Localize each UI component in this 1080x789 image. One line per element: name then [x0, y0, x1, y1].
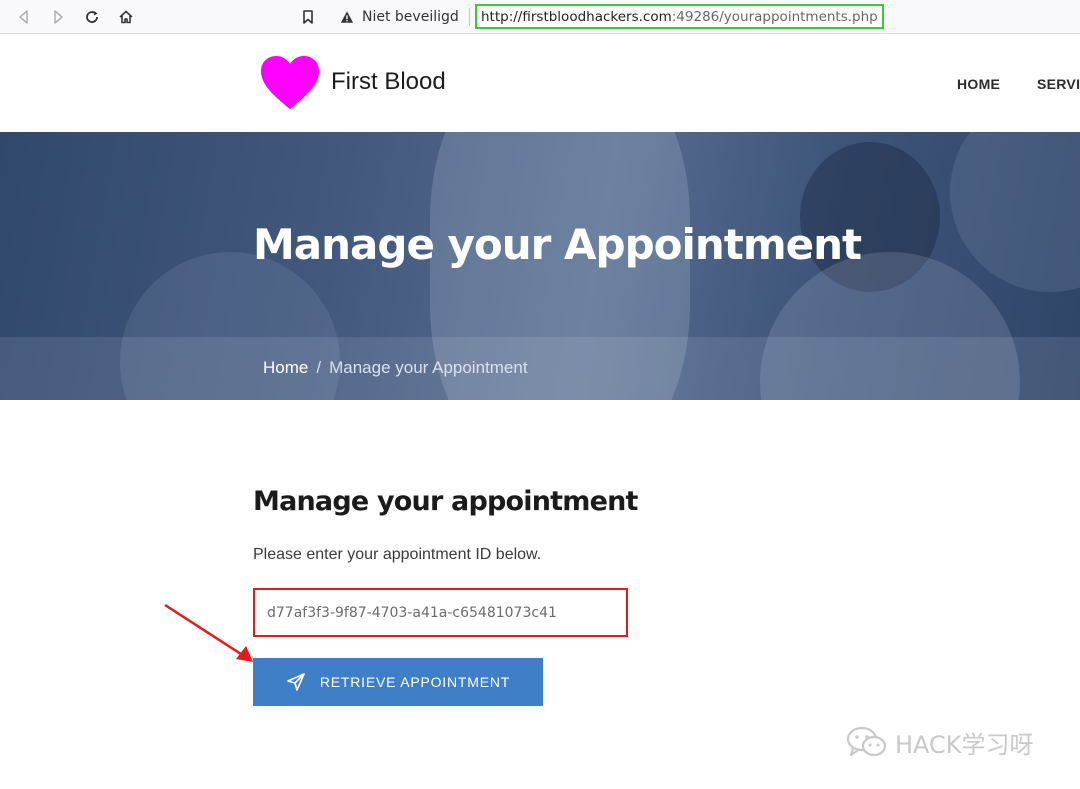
- wechat-icon: [846, 726, 887, 757]
- reload-icon[interactable]: [80, 5, 104, 29]
- retrieve-appointment-button[interactable]: RETRIEVE APPOINTMENT: [253, 658, 543, 706]
- home-icon[interactable]: [114, 5, 138, 29]
- breadcrumb-home[interactable]: Home: [263, 358, 308, 377]
- nav-services[interactable]: SERVIC: [1037, 76, 1080, 92]
- warning-icon: [340, 11, 354, 23]
- url-path: :49286/yourappointments.php: [671, 8, 878, 25]
- site-header: First Blood HOME SERVIC: [0, 35, 1080, 132]
- send-icon: [287, 673, 305, 691]
- watermark-text: HACK学习呀: [895, 730, 1034, 759]
- breadcrumb-separator: /: [316, 358, 322, 377]
- breadcrumb: Home / Manage your Appointment: [263, 358, 528, 378]
- retrieve-button-label: RETRIEVE APPOINTMENT: [319, 674, 511, 690]
- heart-logo-icon[interactable]: [260, 55, 320, 111]
- url-host: http://firstbloodhackers.com: [481, 8, 672, 25]
- hero-title: Manage your Appointment: [253, 220, 862, 269]
- bookmark-icon[interactable]: [296, 5, 320, 29]
- site-security-indicator[interactable]: Niet beveiligd: [340, 6, 470, 28]
- hero-banner: Manage your Appointment Home / Manage your…: [0, 132, 1080, 400]
- intro-text: Please enter your appointment ID below.: [253, 546, 542, 563]
- breadcrumb-strip: [0, 337, 1080, 400]
- nav-home[interactable]: HOME: [957, 76, 1000, 92]
- annotation-arrow-icon: [164, 603, 253, 662]
- appointment-id-input[interactable]: [253, 588, 628, 637]
- site-name[interactable]: First Blood: [331, 68, 446, 96]
- url-separator: [468, 8, 470, 26]
- hero-background-image: [950, 132, 1080, 292]
- breadcrumb-current: Manage your Appointment: [329, 358, 528, 377]
- back-icon[interactable]: [12, 5, 36, 29]
- address-bar[interactable]: http://firstbloodhackers.com:49286/youra…: [475, 4, 884, 29]
- browser-toolbar: Niet beveiligd http://firstbloodhackers.…: [0, 0, 1080, 34]
- watermark: HACK学习呀: [845, 724, 1034, 760]
- forward-icon[interactable]: [46, 5, 70, 29]
- security-label: Niet beveiligd: [362, 9, 459, 25]
- section-heading: Manage your appointment: [253, 486, 638, 517]
